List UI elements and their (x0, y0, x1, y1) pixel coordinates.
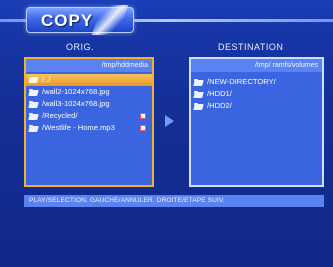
origin-list-item[interactable]: /Westlife - Home.mp3 (26, 122, 152, 134)
origin-item-label: /../ (42, 75, 51, 84)
origin-item-label: /wall3-1024x768.jpg (42, 99, 110, 108)
folder-icon (194, 91, 204, 98)
origin-list-item[interactable]: /Recycled/ (26, 110, 152, 122)
destination-panel[interactable]: /tmp/ ramfs/volumes /NEW-DIRECTORY/ /HDD1… (189, 57, 324, 187)
destination-folder-list: /NEW-DIRECTORY/ /HDD1/ /HDD2/ (191, 72, 322, 112)
folder-icon (194, 79, 204, 86)
origin-file-list: /../ /wall2-1024x768.jpg/wall3-1024x768.j… (26, 72, 152, 134)
origin-item-label: /wall2-1024x768.jpg (42, 87, 110, 96)
copy-screen: COPY ORIG. DESTINATION /tmp/hddmedia /..… (0, 0, 333, 267)
origin-panel[interactable]: /tmp/hddmedia /../ /wall2-1024x768.jpg/wa… (24, 57, 154, 187)
destination-item-label: /HDD1/ (207, 89, 232, 98)
up-folder-icon (29, 77, 39, 84)
folder-icon (29, 113, 39, 120)
destination-list-item[interactable]: /NEW-DIRECTORY/ (191, 76, 322, 88)
destination-heading: DESTINATION (218, 42, 284, 52)
folder-icon (29, 89, 39, 96)
origin-item-label: /Westlife - Home.mp3 (42, 123, 115, 132)
destination-list-item[interactable]: /HDD2/ (191, 100, 322, 112)
destination-item-label: /HDD2/ (207, 101, 232, 110)
folder-icon (29, 101, 39, 108)
title-bar: COPY (0, 5, 333, 35)
title-badge: COPY (26, 5, 134, 35)
origin-path: /tmp/hddmedia (26, 59, 152, 72)
glint-decoration (91, 5, 129, 35)
destination-item-label: /NEW-DIRECTORY/ (207, 77, 276, 86)
page-title: COPY (41, 11, 94, 30)
destination-list-item[interactable]: /HDD1/ (191, 88, 322, 100)
checkbox-icon[interactable] (140, 125, 146, 131)
right-arrow-icon[interactable] (165, 115, 174, 127)
origin-list-item[interactable]: /../ (26, 74, 152, 86)
folder-icon (194, 103, 204, 110)
origin-item-label: /Recycled/ (42, 111, 78, 120)
origin-heading: ORIG. (66, 42, 95, 52)
status-bar: PLAY/SELECTION. GAUCHE/ANNULER. DROITE/E… (24, 195, 324, 207)
origin-list-item[interactable]: /wall3-1024x768.jpg (26, 98, 152, 110)
destination-path: /tmp/ ramfs/volumes (191, 59, 322, 72)
folder-icon (29, 125, 39, 132)
checkbox-icon[interactable] (140, 113, 146, 119)
origin-list-item[interactable]: /wall2-1024x768.jpg (26, 86, 152, 98)
